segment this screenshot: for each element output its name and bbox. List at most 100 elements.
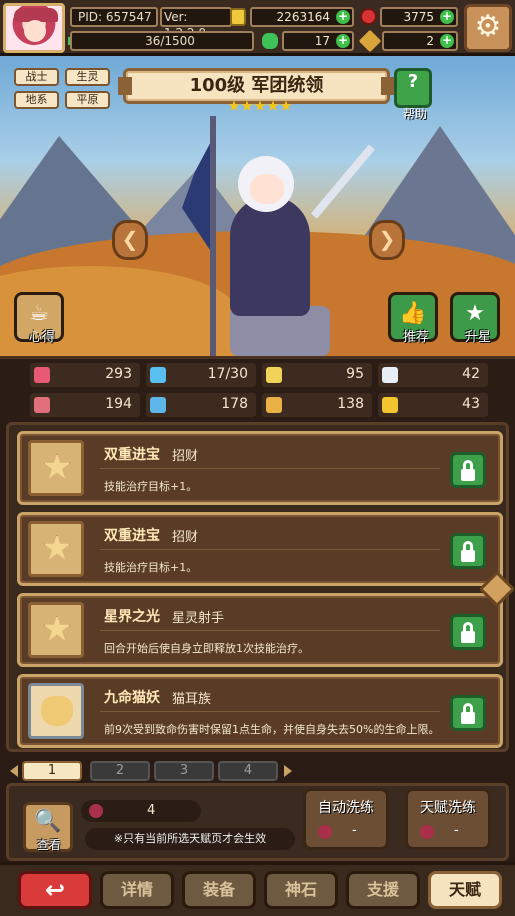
help-button[interactable]: ? 帮助: [394, 68, 432, 121]
talent-name: 双重进宝: [104, 528, 160, 544]
next-hero-arrow-icon[interactable]: ❯: [369, 220, 405, 260]
star-icon: [254, 100, 266, 111]
stat-item: 178: [146, 393, 256, 417]
talent-description: 技能治疗目标+1。: [104, 561, 198, 574]
tab-equipment[interactable]: 装备: [182, 871, 256, 909]
talent-star: [43, 453, 71, 479]
wash-cost-value: 4: [147, 803, 156, 818]
talent-description: 回合开始后使自身立即释放1次技能治疗。: [104, 642, 309, 655]
talent-source: 招财: [172, 449, 199, 464]
add-gem-button[interactable]: +: [440, 10, 454, 24]
stat-value: 293: [105, 366, 132, 382]
lock-icon[interactable]: [450, 695, 486, 731]
key-icon: [358, 29, 382, 53]
prev-hero-arrow-icon[interactable]: ❮: [112, 220, 148, 260]
auto-wash-button[interactable]: 自动洗练 -: [303, 788, 389, 850]
trophy-icon: [266, 367, 282, 383]
talent-row[interactable]: 九命猫妖 猫耳族 前9次受到致命伤害时保留1点生命，并使自身失去50%的生命上限。: [17, 674, 503, 748]
star-icon: [280, 100, 292, 111]
notes-button[interactable]: ☕ 心得: [14, 292, 64, 345]
star-up-button[interactable]: ★ 升星: [450, 292, 500, 345]
star-up-icon: ★: [465, 301, 485, 326]
player-avatar[interactable]: [3, 3, 65, 53]
stat-item: 293: [30, 363, 140, 387]
divider: [100, 549, 440, 550]
auto-wash-label: 自动洗练: [318, 800, 374, 816]
star-icon: [28, 602, 84, 658]
notes-cup-icon: ☕: [29, 301, 49, 326]
tab-divine-stone[interactable]: 神石: [264, 871, 338, 909]
cat-icon: [28, 683, 84, 739]
clover-icon: [262, 33, 278, 49]
stat-value: 95: [346, 366, 364, 382]
lock-icon[interactable]: [450, 614, 486, 650]
lock-body: [461, 469, 475, 481]
hero-scene: 战士 生灵 地系 平原 100级 军团统领 ? 帮助 ❮ ❯ ☕ 心得 👍 推荐…: [0, 56, 515, 356]
exp-bar: 36/1500: [70, 31, 254, 51]
settings-gear-icon[interactable]: ⚙: [464, 4, 512, 52]
stat-value: 138: [337, 396, 364, 412]
key-counter: 2 +: [382, 31, 458, 51]
bottom-nav: ↩ 详情 装备 神石 支援 天赋: [0, 862, 515, 916]
help-label: 帮助: [402, 107, 427, 121]
add-key-button[interactable]: +: [440, 34, 454, 48]
talent-source: 星灵射手: [172, 611, 225, 626]
talent-wash-button[interactable]: 天赋洗练 -: [405, 788, 491, 850]
tab-page-4[interactable]: 4: [218, 761, 278, 781]
talent-row[interactable]: 双重进宝 招财 技能治疗目标+1。: [17, 431, 503, 505]
version-label: Ver: 1.2.2.0: [160, 7, 232, 40]
talent-source: 招财: [172, 530, 199, 545]
tab-page-3[interactable]: 3: [154, 761, 214, 781]
talent-name: 星界之光: [104, 609, 160, 625]
book-icon: [150, 397, 166, 413]
star-icon: [28, 440, 84, 496]
recommend-button[interactable]: 👍 推荐: [388, 292, 438, 345]
talent-row[interactable]: 双重进宝 招财技能治疗目标+1。: [17, 512, 503, 586]
page-left-icon: [10, 765, 18, 777]
hero-tag: 战士: [14, 68, 59, 86]
talent-list: 双重进宝 招财 技能治疗目标+1。 双重进宝 招财 技能治疗目标+1。 星界之光 星灵射手 回合…: [6, 422, 509, 752]
view-label: 查看: [36, 838, 61, 852]
star-icon: [241, 100, 253, 111]
tab-page-1[interactable]: 1: [22, 761, 82, 781]
stat-value: 178: [221, 396, 248, 412]
add-clover-button[interactable]: +: [336, 34, 350, 48]
hero-face: [250, 174, 284, 204]
add-gold-button[interactable]: +: [336, 10, 350, 24]
notes-label: 心得: [28, 330, 55, 345]
tab-talent[interactable]: 天赋: [428, 871, 502, 909]
view-button[interactable]: 🔍 查看: [23, 802, 73, 852]
stat-item: 17/30: [146, 363, 256, 387]
player-id: PID: 657547: [70, 7, 158, 27]
clover-counter: 17 +: [282, 31, 354, 51]
hero-tag: 生灵: [65, 68, 110, 86]
stat-item: 194: [30, 393, 140, 417]
lock-body: [461, 712, 475, 724]
wash-cost: 4: [81, 800, 201, 822]
talent-row[interactable]: 星界之光 星灵射手回合开始后使自身立即释放1次技能治疗。: [17, 593, 503, 667]
cat-face: [41, 696, 73, 726]
lock-icon[interactable]: [450, 452, 486, 488]
hero-title-plate: 100级 军团统领: [118, 68, 395, 104]
stat-item: 42: [378, 363, 488, 387]
berry-icon: [318, 825, 332, 839]
tab-details[interactable]: 详情: [100, 871, 174, 909]
talent-page-tabs: 1 2 3 4: [8, 760, 508, 782]
lock-icon[interactable]: [450, 533, 486, 569]
wing-icon: [382, 367, 398, 383]
clover-value: 17: [314, 34, 330, 48]
tab-page-2[interactable]: 2: [90, 761, 150, 781]
gem-value: 3775: [403, 10, 434, 24]
ruby-icon: [360, 8, 377, 25]
page-right-icon: [284, 765, 292, 777]
stair-icon: [266, 397, 282, 413]
back-arrow-icon[interactable]: ↩: [18, 871, 92, 909]
key-value: 2: [426, 34, 434, 48]
lock-body: [461, 550, 475, 562]
stat-value: 43: [462, 396, 480, 412]
plate-cap: [118, 77, 132, 95]
stat-item: 95: [262, 363, 372, 387]
tab-support[interactable]: 支援: [346, 871, 420, 909]
star-icon: [28, 521, 84, 577]
stat-item: 43: [378, 393, 488, 417]
